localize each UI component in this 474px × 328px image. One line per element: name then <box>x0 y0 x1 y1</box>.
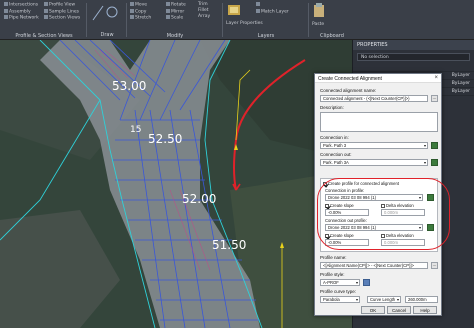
ribbon-divider <box>308 3 309 37</box>
alignment-name-input[interactable]: Connected alignment - (<[Next Counter(CP… <box>320 95 428 102</box>
connection-out-dropdown[interactable]: Park. Path 3A <box>320 159 428 166</box>
station-number: 15 <box>130 125 141 135</box>
slope-out-input[interactable]: -0.00% <box>325 239 369 246</box>
paste-icon[interactable] <box>312 2 326 18</box>
stretch-button[interactable]: Stretch <box>130 15 168 22</box>
property-row[interactable] <box>353 64 474 72</box>
connection-in-dropdown[interactable]: Park. Path 3 <box>320 142 428 149</box>
bulb-icon <box>256 2 260 6</box>
layer-properties-icon[interactable] <box>226 3 242 17</box>
ribbon-item[interactable]: Pipe Network <box>4 15 44 22</box>
ribbon: Intersections Assembly Pipe Network Prof… <box>0 0 474 40</box>
copy-icon <box>130 8 134 13</box>
move-icon <box>130 2 134 6</box>
tool-icon <box>4 15 8 19</box>
ribbon-group-label: Modify <box>166 33 184 39</box>
connection-in-label: Connection in: <box>320 135 349 140</box>
layer-properties-button[interactable]: Layer Properties <box>226 21 263 27</box>
edit-style-icon[interactable] <box>363 279 370 286</box>
selection-dropdown[interactable]: No selection <box>357 53 470 61</box>
connection-out-label: Connection out: <box>320 152 352 157</box>
dialog-titlebar: Create Connected Alignment × <box>315 74 441 83</box>
scale-icon <box>166 15 170 19</box>
help-button[interactable]: Help <box>413 306 437 314</box>
tool-icon <box>44 8 48 13</box>
checkbox-icon <box>325 233 329 238</box>
properties-title: PROPERTIES <box>353 40 474 50</box>
profile-style-dropdown[interactable]: A-PROF <box>320 279 360 286</box>
profile-name-input[interactable]: <[Alignment Name(CP)]> - <[Next Counter(… <box>320 262 428 269</box>
create-slope-out-checkbox[interactable]: Create slope <box>325 233 354 238</box>
curve-length-input[interactable]: 260.000m <box>405 296 438 303</box>
match-layer-button[interactable]: Match Layer <box>256 8 296 16</box>
dialog-title: Create Connected Alignment <box>318 76 382 82</box>
curve-type-label: Profile curve type: <box>320 289 357 294</box>
conn-in-profile-dropdown[interactable]: Drone 2022 03 08 994 (1) <box>325 194 423 201</box>
profile-name-template-button[interactable]: ⋯ <box>431 262 438 269</box>
checkbox-icon <box>381 203 385 208</box>
description-input[interactable] <box>320 112 438 132</box>
delta-out-input[interactable]: 0.000m <box>381 239 425 246</box>
slope-in-input[interactable]: -0.00% <box>325 209 369 216</box>
name-template-button[interactable]: ⋯ <box>431 95 438 102</box>
connected-profile-panel: Create profile for connected alignment C… <box>320 178 438 252</box>
profile-style-label: Profile style: <box>320 272 345 277</box>
array-button[interactable]: Array <box>198 14 220 20</box>
draw-tools-icon[interactable] <box>90 2 120 24</box>
paste-button[interactable]: Paste <box>312 22 352 28</box>
ribbon-group-label: Draw <box>100 32 114 38</box>
tool-icon <box>44 2 48 6</box>
checkbox-icon <box>381 233 385 238</box>
delta-elevation-out-checkbox[interactable]: Delta elevation <box>381 233 414 238</box>
site-plan-drawing[interactable]: 53.00 52.50 52.00 51.50 15 <box>0 40 352 328</box>
ribbon-group-label: Clipboard <box>320 33 344 39</box>
mirror-icon <box>166 8 170 13</box>
ok-button[interactable]: OK <box>361 306 385 314</box>
application-window: Intersections Assembly Pipe Network Prof… <box>0 0 474 328</box>
dialog-tabs: GeneralDesign CriteriaParametersConnecte… <box>320 171 438 185</box>
layer-icon <box>256 8 260 13</box>
ribbon-item[interactable]: Section Views <box>44 15 84 22</box>
create-slope-in-checkbox[interactable]: Create slope <box>325 203 354 208</box>
checkbox-icon <box>325 203 329 208</box>
delta-elevation-in-checkbox[interactable]: Delta elevation <box>381 203 414 208</box>
pick-profile-out-icon[interactable] <box>427 224 434 231</box>
checkbox-icon <box>323 181 327 186</box>
description-label: Description: <box>320 105 344 110</box>
tool-icon <box>4 2 8 6</box>
curve-length-mode-dropdown[interactable]: Curve Length <box>367 296 401 303</box>
station-label: 52.00 <box>182 192 216 206</box>
ribbon-group-label: Profile & Section Views <box>15 33 73 39</box>
close-icon[interactable]: × <box>434 75 438 81</box>
conn-in-profile-label: Connection in profile: <box>325 188 365 193</box>
conn-out-profile-label: Connection out profile: <box>325 218 367 223</box>
drawing-canvas[interactable]: 53.00 52.50 52.00 51.50 15 <box>0 40 352 328</box>
tool-icon <box>4 8 8 13</box>
pick-connection-out-icon[interactable] <box>431 159 438 166</box>
ribbon-divider <box>126 3 127 37</box>
ribbon-group-label: Layers <box>257 33 275 39</box>
create-profile-checkbox[interactable]: Create profile for connected alignment <box>323 181 399 186</box>
curve-type-dropdown[interactable]: Parabola <box>320 296 360 303</box>
ribbon-item[interactable]: Intersections <box>4 2 44 9</box>
profile-name-label: Profile name: <box>320 255 347 260</box>
cancel-button[interactable]: Cancel <box>387 306 411 314</box>
create-connected-alignment-dialog: Create Connected Alignment × Connected a… <box>314 73 442 316</box>
alignment-name-label: Connected alignment name: <box>320 88 377 93</box>
ribbon-divider <box>86 3 87 37</box>
tool-icon <box>44 15 48 19</box>
station-label: 53.00 <box>112 79 146 93</box>
station-label: 52.50 <box>148 132 182 146</box>
conn-out-profile-dropdown[interactable]: Drone 2022 03 08 994 (1) <box>325 224 423 231</box>
delta-in-input[interactable]: 0.000m <box>381 209 425 216</box>
pick-connection-in-icon[interactable] <box>431 142 438 149</box>
ribbon-divider <box>222 3 223 37</box>
ribbon-group-draw: Draw <box>90 2 124 38</box>
pick-profile-in-icon[interactable] <box>427 194 434 201</box>
stretch-icon <box>130 15 134 19</box>
station-label: 51.50 <box>212 238 246 252</box>
rotate-icon <box>166 2 170 6</box>
